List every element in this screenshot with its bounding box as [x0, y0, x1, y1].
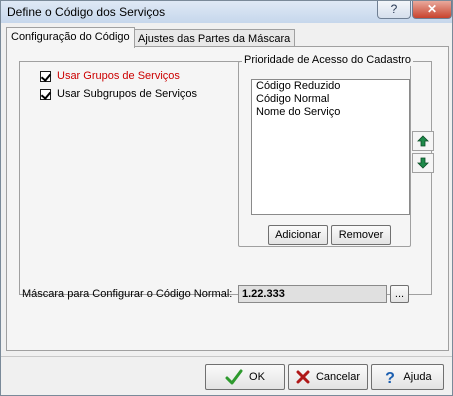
window-title: Define o Código dos Serviços — [7, 5, 166, 19]
cancel-button-label: Cancelar — [315, 371, 361, 383]
remove-button-label: Remover — [338, 229, 384, 241]
close-icon: ✕ — [426, 2, 438, 16]
tab-panel: Usar Grupos de Serviços Usar Subgrupos d… — [6, 46, 449, 351]
help-button-label: Ajuda — [403, 371, 432, 383]
tab-label: Configuração do Código — [11, 31, 130, 43]
title-bar: Define o Código dos Serviços ? ✕ — [1, 1, 452, 23]
priority-group-label: Prioridade de Acesso do Cadastro — [242, 54, 413, 66]
move-down-button[interactable] — [412, 153, 434, 173]
move-up-button[interactable] — [412, 131, 434, 151]
checkbox-usar-subgrupos[interactable] — [40, 88, 51, 100]
help-icon: ? — [390, 2, 398, 16]
add-button-label: Adicionar — [275, 229, 321, 241]
help-dialog-button[interactable]: ? Ajuda — [371, 364, 444, 390]
cancel-button[interactable]: Cancelar — [288, 364, 368, 390]
checkbox-label: Usar Grupos de Serviços — [57, 70, 180, 82]
option-usar-subgrupos[interactable]: Usar Subgrupos de Serviços — [40, 88, 197, 100]
options-frame: Usar Grupos de Serviços Usar Subgrupos d… — [19, 54, 434, 295]
checkbox-label: Usar Subgrupos de Serviços — [57, 88, 198, 100]
ellipsis-label: ... — [394, 288, 405, 300]
tab-ajustes[interactable]: Ajustes das Partes da Máscara — [133, 29, 296, 47]
checkmark-icon — [225, 369, 243, 385]
priority-listbox[interactable]: Código Reduzido Código Normal Nome do Se… — [251, 79, 410, 215]
tab-configuracao[interactable]: Configuração do Código — [6, 27, 135, 48]
footer-divider — [1, 356, 452, 357]
ok-button[interactable]: OK — [205, 364, 285, 390]
mask-browse-button[interactable]: ... — [390, 285, 409, 303]
list-item[interactable]: Código Normal — [252, 93, 409, 106]
mask-label: Máscara para Configurar o Código Normal: — [22, 288, 233, 300]
add-button[interactable]: Adicionar — [268, 225, 328, 245]
mask-input[interactable]: 1.22.333 — [238, 285, 387, 303]
help-button[interactable]: ? — [377, 1, 411, 19]
checkbox-usar-grupos[interactable] — [40, 70, 51, 82]
arrow-up-icon — [417, 135, 429, 147]
close-button[interactable]: ✕ — [412, 1, 452, 19]
list-item[interactable]: Nome do Serviço — [252, 106, 409, 119]
question-icon: ? — [386, 370, 396, 385]
remove-button[interactable]: Remover — [331, 225, 391, 245]
svg-text:?: ? — [386, 370, 396, 385]
arrow-down-icon — [417, 157, 429, 169]
ok-button-label: OK — [249, 371, 265, 383]
dialog-window: Define o Código dos Serviços ? ✕ Configu… — [0, 0, 453, 396]
x-icon — [296, 370, 310, 384]
option-usar-grupos[interactable]: Usar Grupos de Serviços — [40, 70, 180, 82]
list-item[interactable]: Código Reduzido — [252, 80, 409, 93]
tab-label: Ajustes das Partes da Máscara — [138, 33, 291, 45]
